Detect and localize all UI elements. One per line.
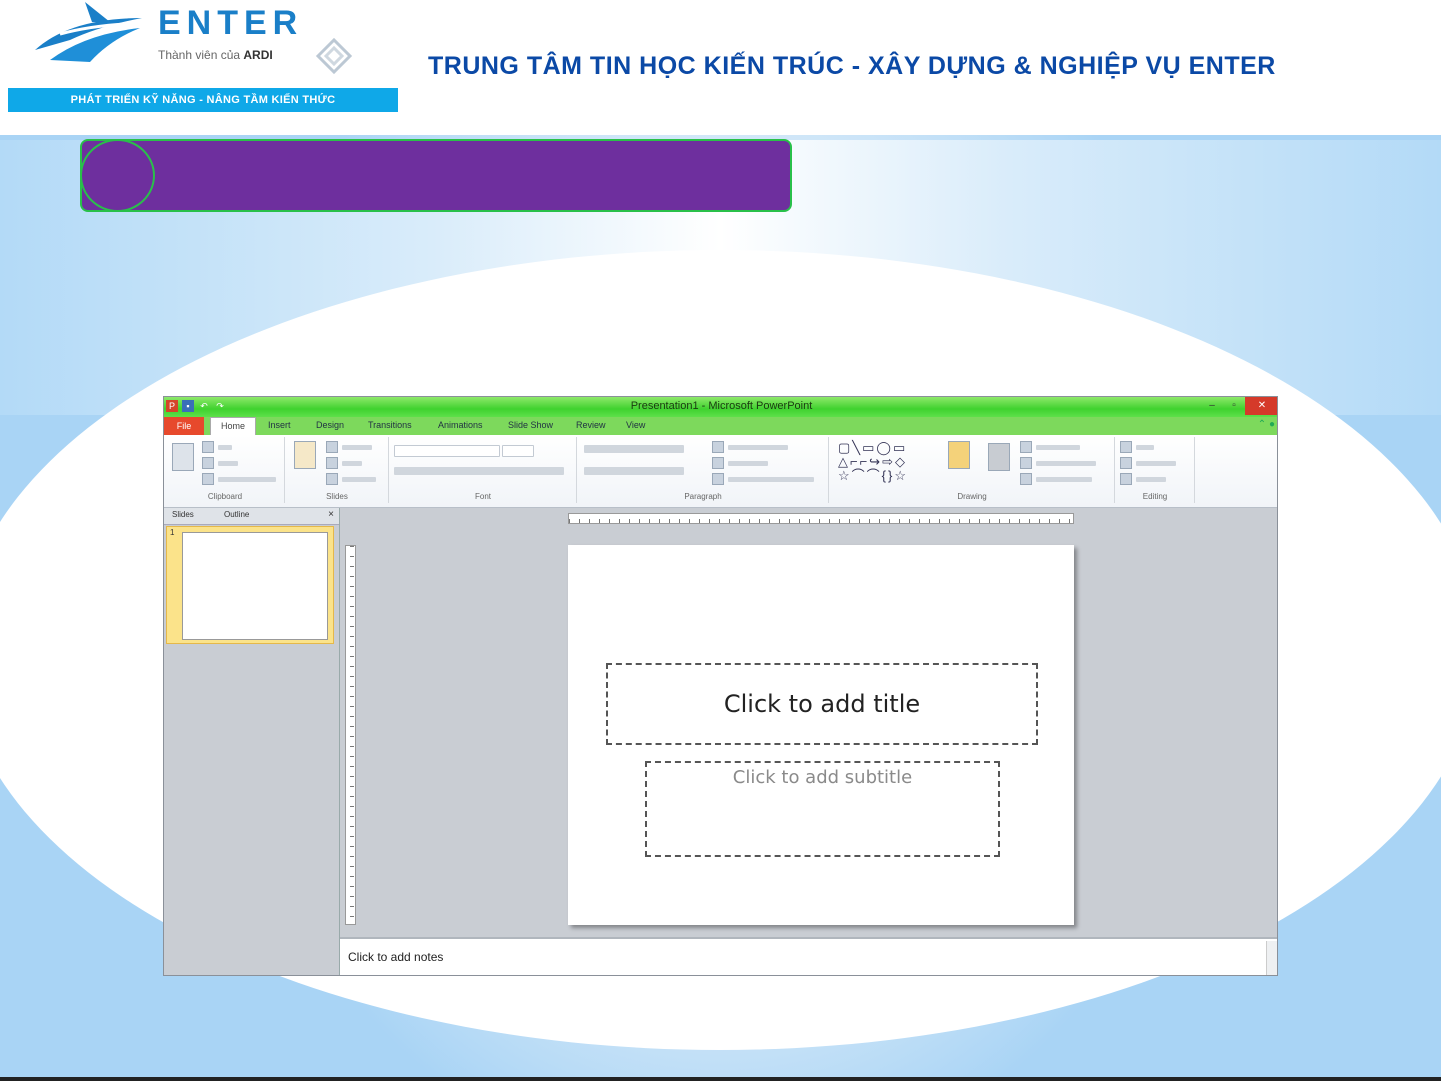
bottom-border <box>0 1077 1441 1081</box>
replace-label-line <box>1136 461 1176 466</box>
tab-slide-show[interactable]: Slide Show <box>508 420 553 430</box>
smartart-icon[interactable] <box>712 473 724 485</box>
ardi-logo-icon <box>315 37 353 75</box>
font-format-row[interactable] <box>394 467 564 475</box>
section-label-line <box>342 477 376 482</box>
layout-label-line <box>342 445 372 450</box>
group-label-paragraph: Paragraph <box>684 492 722 501</box>
tab-transitions[interactable]: Transitions <box>368 420 412 430</box>
slides-pane: Slides Outline × 1 <box>164 508 340 975</box>
group-label-editing: Editing <box>1142 492 1168 501</box>
text-direction-icon[interactable] <box>712 441 724 453</box>
select-icon[interactable] <box>1120 473 1132 485</box>
ppt-titlebar: P ▪ ↶ ↷ Presentation1 - Microsoft PowerP… <box>164 397 1277 417</box>
group-clipboard: Clipboard <box>166 437 285 503</box>
header-title: TRUNG TÂM TIN HỌC KIẾN TRÚC - XÂY DỰNG &… <box>428 52 1276 80</box>
group-label-drawing: Drawing <box>957 492 987 501</box>
group-label-slides: Slides <box>326 492 348 501</box>
shape-fill-label-line <box>1036 445 1080 450</box>
section-icon[interactable] <box>326 473 338 485</box>
notes-pane[interactable]: Click to add notes <box>340 937 1277 975</box>
ribbon-tabs: File Home Insert Design Transitions Anim… <box>164 417 1277 435</box>
maximize-button[interactable]: ▫ <box>1223 397 1245 415</box>
tab-file[interactable]: File <box>164 417 204 435</box>
smartart-label-line <box>728 477 814 482</box>
replace-icon[interactable] <box>1120 457 1132 469</box>
cut-label-line <box>218 445 232 450</box>
new-slide-icon[interactable] <box>294 441 316 469</box>
close-pane-icon[interactable]: × <box>328 509 334 520</box>
slide-canvas[interactable]: Click to add title Click to add subtitle <box>568 545 1074 925</box>
find-label-line <box>1136 445 1154 450</box>
enter-logo-icon <box>35 2 142 62</box>
copy-label-line <box>218 461 238 466</box>
group-label-font: Font <box>474 492 491 501</box>
slide-thumbnail[interactable] <box>182 532 328 640</box>
text-direction-label-line <box>728 445 788 450</box>
notes-scrollbar[interactable] <box>1266 941 1277 975</box>
tab-view[interactable]: View <box>626 420 645 430</box>
ppt-window-title: Presentation1 - Microsoft PowerPoint <box>630 400 813 412</box>
group-drawing: ▢╲▭◯▭ △⌐⌐↪⇨◇ ☆⌒⌒{}☆ Drawing <box>830 437 1115 503</box>
cut-icon[interactable] <box>202 441 214 453</box>
group-label-clipboard: Clipboard <box>207 492 243 501</box>
shapes-gallery[interactable]: ▢╲▭◯▭ △⌐⌐↪⇨◇ ☆⌒⌒{}☆ <box>838 441 908 483</box>
group-editing: Editing <box>1116 437 1195 503</box>
copy-icon[interactable] <box>202 457 214 469</box>
format-painter-icon[interactable] <box>202 473 214 485</box>
align-buttons-row[interactable] <box>584 467 684 475</box>
close-button[interactable]: ✕ <box>1245 397 1277 415</box>
vertical-ruler <box>345 545 356 925</box>
select-label-line <box>1136 477 1166 482</box>
shape-outline-label-line <box>1036 461 1096 466</box>
slides-pane-tabs: Slides Outline × <box>164 508 339 525</box>
logo-name: ENTER <box>158 4 304 42</box>
tab-home[interactable]: Home <box>210 417 256 435</box>
powerpoint-window: P ▪ ↶ ↷ Presentation1 - Microsoft PowerP… <box>163 396 1278 976</box>
paste-icon[interactable] <box>172 443 194 471</box>
notes-placeholder[interactable]: Click to add notes <box>348 950 443 964</box>
help-icon[interactable]: ⌃ ● <box>1258 419 1275 430</box>
format-painter-label-line <box>218 477 276 482</box>
logo-subtitle: Thành viên của ARDI <box>158 48 273 62</box>
reset-icon[interactable] <box>326 457 338 469</box>
quick-styles-icon[interactable] <box>988 443 1010 471</box>
horizontal-ruler <box>568 513 1074 524</box>
shape-effects-label-line <box>1036 477 1092 482</box>
slide-number: 1 <box>170 528 175 537</box>
group-font: Font <box>390 437 577 503</box>
reset-label-line <box>342 461 362 466</box>
layout-icon[interactable] <box>326 441 338 453</box>
slide-title-bar <box>80 139 792 212</box>
tab-review[interactable]: Review <box>576 420 606 430</box>
group-paragraph: Paragraph <box>578 437 829 503</box>
font-size-select[interactable] <box>502 445 534 457</box>
minimize-button[interactable]: – <box>1201 397 1223 415</box>
tab-slides[interactable]: Slides <box>172 510 194 519</box>
slogan-banner: PHÁT TRIỂN KỸ NĂNG - NÂNG TẦM KIẾN THỨC <box>8 88 398 112</box>
align-text-label-line <box>728 461 768 466</box>
font-name-select[interactable] <box>394 445 500 457</box>
group-slides: Slides <box>286 437 389 503</box>
ribbon: Clipboard Slides Font Paragraph ▢╲▭◯▭ △⌐… <box>164 435 1277 508</box>
slide-title-circle <box>80 139 155 212</box>
tab-animations[interactable]: Animations <box>438 420 483 430</box>
tab-insert[interactable]: Insert <box>268 420 291 430</box>
title-placeholder[interactable]: Click to add title <box>606 663 1038 745</box>
logo-subtitle-brand: ARDI <box>243 48 273 62</box>
tab-design[interactable]: Design <box>316 420 344 430</box>
arrange-icon[interactable] <box>948 441 970 469</box>
page-header: ENTER Thành viên của ARDI PHÁT TRIỂN KỸ … <box>0 0 1441 135</box>
align-text-icon[interactable] <box>712 457 724 469</box>
shape-effects-icon[interactable] <box>1020 473 1032 485</box>
window-controls: – ▫ ✕ <box>1201 397 1277 415</box>
shape-fill-icon[interactable] <box>1020 441 1032 453</box>
logo-subtitle-prefix: Thành viên của <box>158 48 244 62</box>
tab-outline[interactable]: Outline <box>224 510 249 519</box>
list-buttons-row[interactable] <box>584 445 684 453</box>
shape-outline-icon[interactable] <box>1020 457 1032 469</box>
find-icon[interactable] <box>1120 441 1132 453</box>
subtitle-placeholder[interactable]: Click to add subtitle <box>645 761 1000 857</box>
